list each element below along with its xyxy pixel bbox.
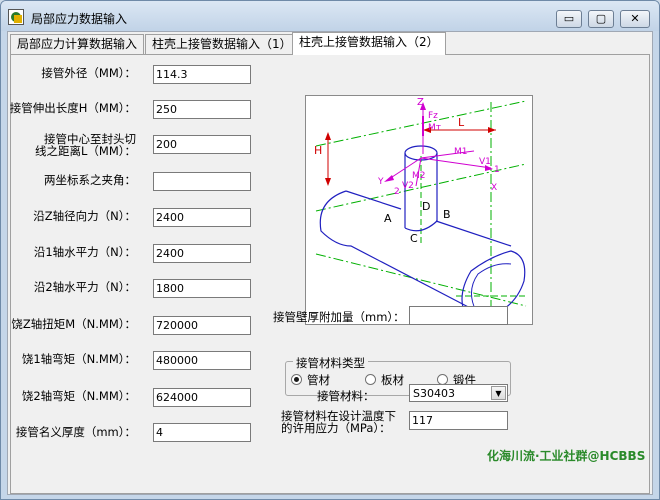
horizontal-force-1-input[interactable]	[153, 244, 251, 263]
nozzle-od-input[interactable]	[153, 65, 251, 84]
label-z: Z	[417, 97, 424, 108]
moment-2-label: 饶2轴弯矩（N.MM）：	[21, 389, 136, 403]
tab-nozzle-input-1[interactable]: 柱壳上接管数据输入（1）	[145, 34, 299, 54]
nominal-thickness-label: 接管名义厚度（mm）：	[15, 425, 136, 439]
label-l: L	[458, 116, 465, 129]
radio-pipe-label[interactable]: 管材	[307, 372, 330, 388]
tab-nozzle-input-2[interactable]: 柱壳上接管数据输入（2）	[292, 32, 446, 55]
thickness-allowance-input[interactable]	[409, 306, 508, 325]
radial-force-z-label: 沿Z轴径向力（N）：	[33, 209, 136, 223]
allowable-stress-label: 接管材料在设计温度下 的许用应力（MPa）：	[281, 410, 396, 434]
chevron-down-icon[interactable]: ▼	[491, 386, 506, 400]
label-y: Y	[377, 177, 384, 187]
radial-force-z-input[interactable]	[153, 208, 251, 227]
close-button[interactable]: ✕	[620, 10, 650, 28]
nozzle-length-input[interactable]	[153, 100, 251, 119]
nozzle-od-label: 接管外径（MM）：	[41, 66, 136, 80]
angle-label: 两坐标系之夹角：	[44, 173, 136, 187]
label-fz: Fz	[428, 111, 438, 121]
label-v2: V2	[402, 181, 414, 191]
moment-1-input[interactable]	[153, 351, 251, 370]
label-b: B	[443, 208, 451, 221]
nozzle-diagram-svg: Z Fz Mт L H M1 V1 1 X Y 2 V2 M2 A B C D	[314, 97, 528, 320]
label-1: 1	[494, 165, 500, 175]
moment-1-label: 饶1轴弯矩（N.MM）：	[21, 352, 136, 366]
maximize-button[interactable]: ▢	[588, 10, 614, 28]
nozzle-diagram: Z Fz Mт L H M1 V1 1 X Y 2 V2 M2 A B C D	[305, 95, 533, 325]
material-label: 接管材料：	[317, 389, 375, 403]
label-mt: Mт	[428, 123, 441, 133]
label-c: C	[410, 232, 418, 245]
radio-pipe[interactable]	[291, 374, 302, 385]
label-2: 2	[394, 187, 400, 197]
label-m1: M1	[454, 147, 468, 157]
horizontal-force-2-input[interactable]	[153, 279, 251, 298]
label-m2: M2	[412, 171, 426, 181]
nozzle-distance-label-line2: 线之距离L（MM）：	[34, 144, 136, 158]
tab-panel: 接管外径（MM）： 接管伸出长度H（MM）： 接管中心至封头切 线之距离L（MM…	[10, 54, 650, 494]
nominal-thickness-input[interactable]	[153, 423, 251, 442]
torque-z-input[interactable]	[153, 316, 251, 335]
tab-local-stress-input[interactable]: 局部应力计算数据输入	[10, 34, 145, 54]
moment-2-input[interactable]	[153, 388, 251, 407]
label-h: H	[314, 144, 322, 157]
horizontal-force-1-label: 沿1轴水平力（N）：	[33, 245, 136, 259]
angle-input[interactable]	[153, 172, 251, 191]
minimize-button[interactable]: ▭	[556, 10, 582, 28]
app-icon	[8, 9, 24, 25]
thickness-allowance-label: 接管壁厚附加量（mm）：	[273, 310, 405, 324]
material-select-value: S30403	[413, 387, 455, 400]
title-bar[interactable]: 局部应力数据输入 ▭ ▢ ✕	[1, 1, 659, 31]
nozzle-distance-label: 接管中心至封头切 线之距离L（MM）：	[35, 133, 136, 157]
material-select[interactable]: S30403 ▼	[409, 384, 508, 402]
torque-z-label: 饶Z轴扭矩M（N.MM）：	[11, 317, 136, 331]
label-v1: V1	[479, 157, 491, 167]
horizontal-force-2-label: 沿2轴水平力（N）：	[33, 280, 136, 294]
nozzle-distance-input[interactable]	[153, 135, 251, 154]
nozzle-length-label: 接管伸出长度H（MM）：	[9, 101, 136, 115]
label-a: A	[384, 212, 392, 225]
allowable-stress-input[interactable]	[409, 411, 508, 430]
main-window: 局部应力数据输入 ▭ ▢ ✕ 局部应力计算数据输入 柱壳上接管数据输入（1） 柱…	[0, 0, 660, 500]
allowable-stress-label-line2: 的许用应力（MPa）：	[281, 421, 391, 435]
watermark-text: 化海川流·工业社群@HCBBS	[487, 449, 646, 463]
radio-plate[interactable]	[365, 374, 376, 385]
client-area: 局部应力计算数据输入 柱壳上接管数据输入（1） 柱壳上接管数据输入（2） 接管外…	[7, 31, 653, 495]
material-type-group-title: 接管材料类型	[293, 355, 368, 371]
window-title: 局部应力数据输入	[31, 12, 128, 26]
radio-plate-label[interactable]: 板材	[381, 372, 404, 388]
label-d: D	[422, 200, 430, 213]
label-x: X	[491, 183, 497, 193]
